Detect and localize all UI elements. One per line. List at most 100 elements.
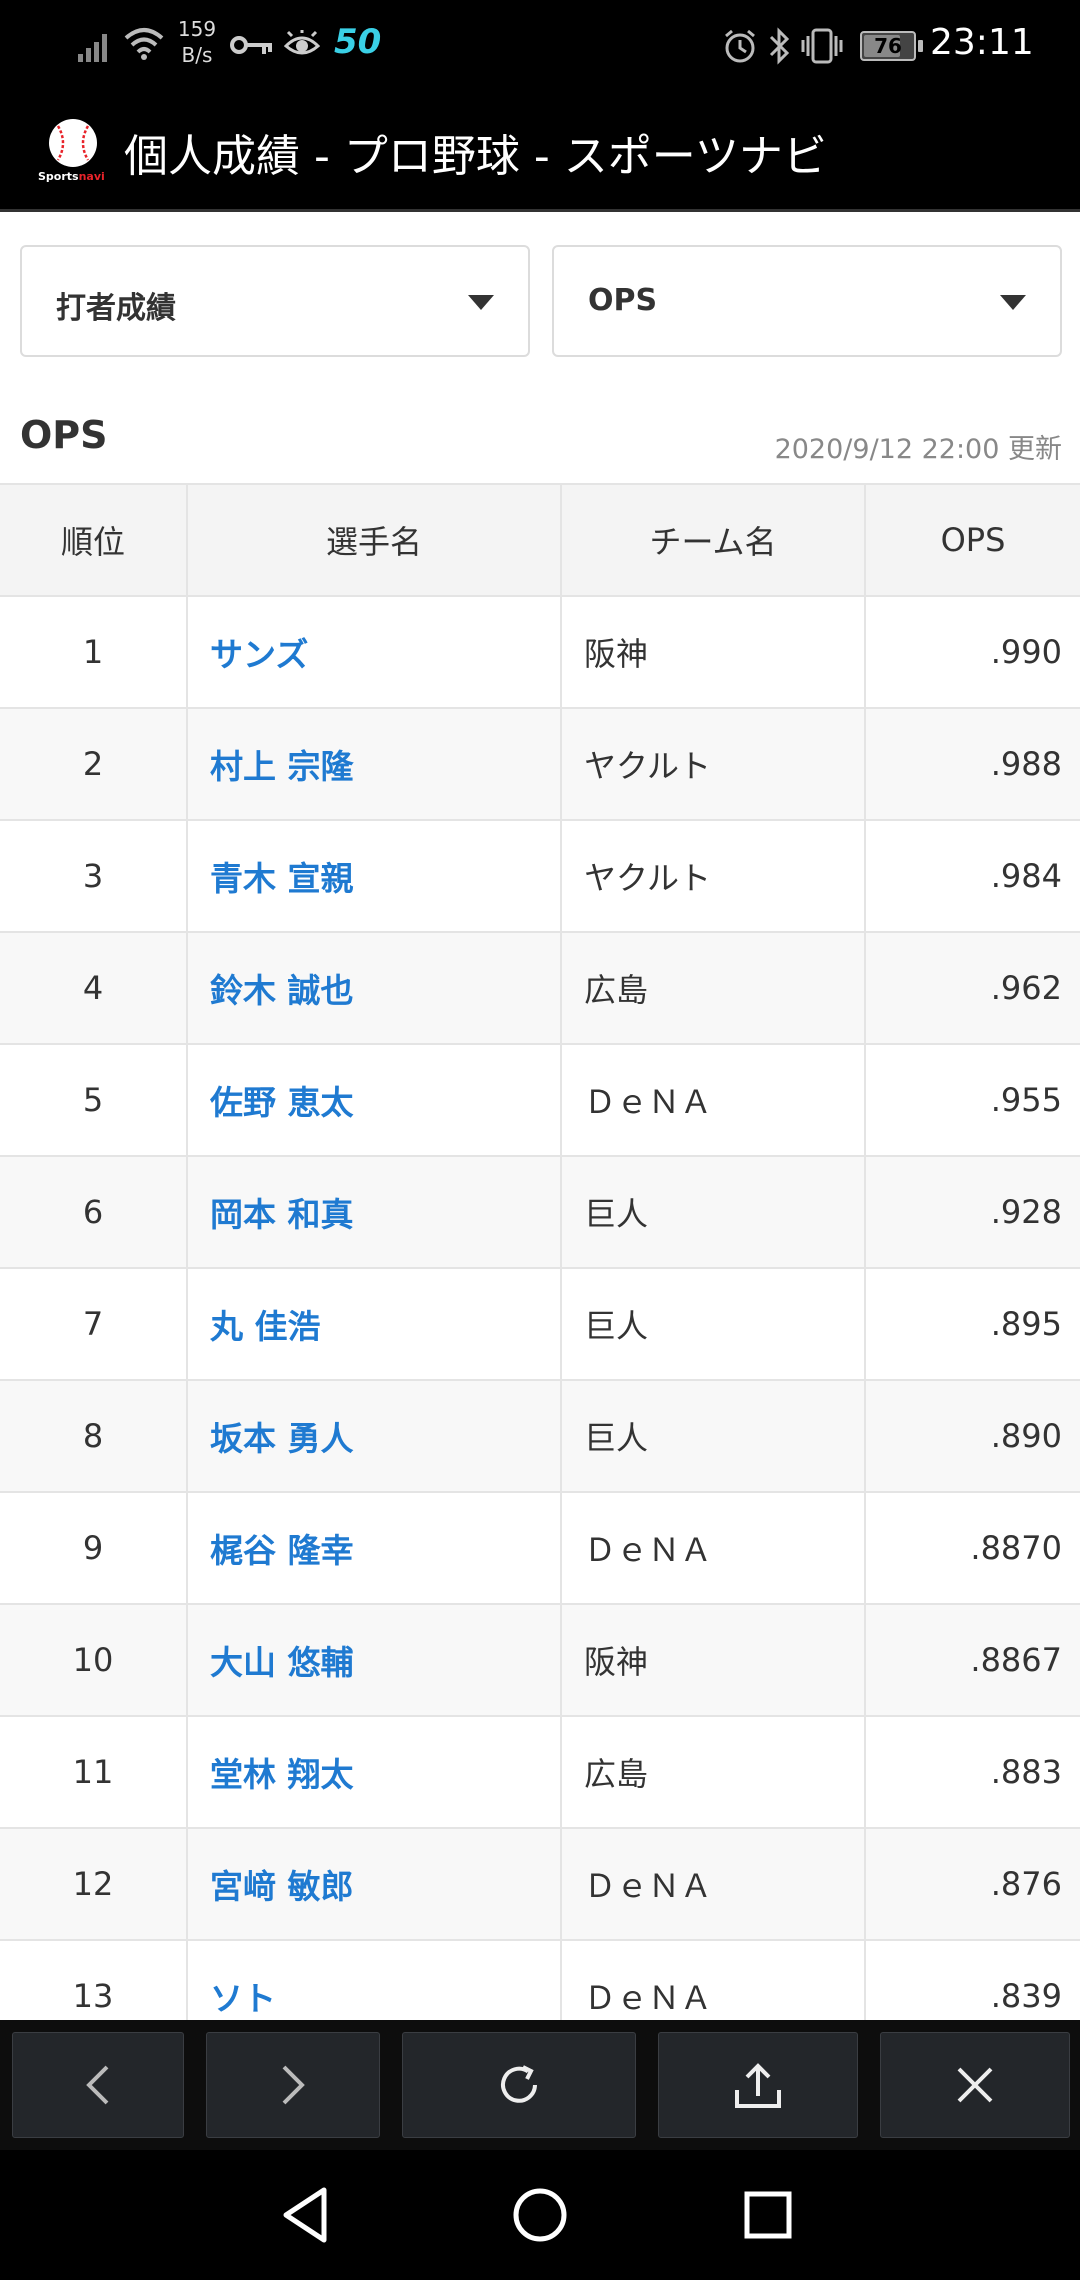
table-row: 1 サンズ 阪神 .990 bbox=[0, 595, 1080, 709]
player-link[interactable]: 青木 宣親 bbox=[186, 819, 562, 933]
table-row: 2 村上 宗隆 ヤクルト .988 bbox=[0, 707, 1080, 821]
table-row: 7 丸 佳浩 巨人 .895 bbox=[0, 1267, 1080, 1381]
player-link[interactable]: 坂本 勇人 bbox=[186, 1379, 562, 1493]
player-link[interactable]: 佐野 恵太 bbox=[186, 1043, 562, 1157]
bluetooth-icon bbox=[769, 27, 790, 65]
team-cell: 阪神 bbox=[560, 595, 866, 709]
team-cell: 広島 bbox=[560, 1715, 866, 1829]
player-link[interactable]: 村上 宗隆 bbox=[186, 707, 562, 821]
rank-cell: 13 bbox=[0, 1939, 188, 2020]
player-link[interactable]: 堂林 翔太 bbox=[186, 1715, 562, 1829]
header-ops: OPS bbox=[864, 483, 1080, 597]
rank-cell: 8 bbox=[0, 1379, 188, 1493]
table-row: 12 宮﨑 敏郎 ＤｅＮＡ .876 bbox=[0, 1827, 1080, 1941]
table-row: 3 青木 宣親 ヤクルト .984 bbox=[0, 819, 1080, 933]
player-link[interactable]: ソト bbox=[186, 1939, 562, 2020]
network-speed: 159 B/s bbox=[172, 16, 222, 68]
rank-cell: 11 bbox=[0, 1715, 188, 1829]
ops-cell: .990 bbox=[864, 595, 1080, 709]
alarm-icon bbox=[725, 29, 755, 63]
player-link[interactable]: 梶谷 隆幸 bbox=[186, 1491, 562, 1605]
rank-cell: 5 bbox=[0, 1043, 188, 1157]
rank-cell: 1 bbox=[0, 595, 188, 709]
forward-button[interactable] bbox=[206, 2032, 380, 2138]
rank-cell: 2 bbox=[0, 707, 188, 821]
updated-timestamp: 2020/9/12 22:00 更新 bbox=[774, 434, 1062, 465]
table-row: 13 ソト ＤｅＮＡ .839 bbox=[0, 1939, 1080, 2020]
chevron-down-icon bbox=[1000, 295, 1026, 310]
ops-cell: .8870 bbox=[864, 1491, 1080, 1605]
rank-cell: 10 bbox=[0, 1603, 188, 1717]
network-speed-unit: B/s bbox=[181, 43, 213, 67]
player-link[interactable]: 丸 佳浩 bbox=[186, 1267, 562, 1381]
rank-cell: 9 bbox=[0, 1491, 188, 1605]
stat-select-value: OPS bbox=[588, 283, 658, 318]
team-cell: ＤｅＮＡ bbox=[560, 1827, 866, 1941]
rank-cell: 3 bbox=[0, 819, 188, 933]
rank-cell: 4 bbox=[0, 931, 188, 1045]
share-icon bbox=[735, 2063, 781, 2108]
back-button[interactable] bbox=[12, 2032, 184, 2138]
ops-cell: .895 bbox=[864, 1267, 1080, 1381]
ops-cell: .890 bbox=[864, 1379, 1080, 1493]
table-row: 6 岡本 和真 巨人 .928 bbox=[0, 1155, 1080, 1269]
team-cell: 巨人 bbox=[560, 1155, 866, 1269]
network-speed-value: 159 bbox=[177, 17, 217, 41]
rank-cell: 7 bbox=[0, 1267, 188, 1381]
page-title: 個人成績 - プロ野球 - スポーツナビ bbox=[124, 131, 827, 182]
category-select-value: 打者成績 bbox=[56, 291, 176, 326]
eye-icon bbox=[284, 30, 320, 55]
team-cell: 巨人 bbox=[560, 1267, 866, 1381]
ops-cell: .883 bbox=[864, 1715, 1080, 1829]
close-icon bbox=[957, 2067, 993, 2103]
chevron-right-icon bbox=[282, 2065, 305, 2105]
battery-tip bbox=[918, 40, 923, 52]
ops-cell: .988 bbox=[864, 707, 1080, 821]
player-link[interactable]: 宮﨑 敏郎 bbox=[186, 1827, 562, 1941]
sportsnavi-logo: Sportsnavi bbox=[38, 118, 105, 186]
share-button[interactable] bbox=[658, 2032, 858, 2138]
rank-cell: 12 bbox=[0, 1827, 188, 1941]
player-link[interactable]: 岡本 和真 bbox=[186, 1155, 562, 1269]
ops-cell: .839 bbox=[864, 1939, 1080, 2020]
team-cell: ＤｅＮＡ bbox=[560, 1939, 866, 2020]
player-link[interactable]: 鈴木 誠也 bbox=[186, 931, 562, 1045]
stat-select[interactable]: OPS bbox=[552, 245, 1062, 357]
team-cell: ＤｅＮＡ bbox=[560, 1043, 866, 1157]
table-header-row: 順位 選手名 チーム名 OPS bbox=[0, 483, 1080, 597]
team-cell: ヤクルト bbox=[560, 819, 866, 933]
player-link[interactable]: 大山 悠輔 bbox=[186, 1603, 562, 1717]
wifi-icon bbox=[124, 28, 164, 60]
table-row: 10 大山 悠輔 阪神 .8867 bbox=[0, 1603, 1080, 1717]
close-button[interactable] bbox=[880, 2032, 1070, 2138]
web-content[interactable]: 打者成績 OPS OPS 2020/9/12 22:00 更新 順位 選手名 チ… bbox=[0, 215, 1080, 2020]
nav-home-icon[interactable] bbox=[505, 2180, 575, 2250]
vibrate-icon bbox=[801, 28, 843, 64]
ops-cell: .928 bbox=[864, 1155, 1080, 1269]
app-title-bar: Sportsnavi 個人成績 - プロ野球 - スポーツナビ bbox=[0, 92, 1080, 212]
chevron-left-icon bbox=[86, 2065, 109, 2105]
key-icon bbox=[230, 36, 272, 54]
nav-back-icon[interactable] bbox=[272, 2180, 342, 2250]
team-cell: ヤクルト bbox=[560, 707, 866, 821]
category-select[interactable]: 打者成績 bbox=[20, 245, 530, 357]
reload-button[interactable] bbox=[402, 2032, 636, 2138]
ranking-table: 順位 選手名 チーム名 OPS 1 サンズ 阪神 .990 2 村上 宗隆 ヤク… bbox=[0, 483, 1080, 2020]
battery-icon: 76 bbox=[860, 31, 916, 61]
signal-icon bbox=[78, 34, 107, 62]
team-cell: ＤｅＮＡ bbox=[560, 1491, 866, 1605]
table-row: 11 堂林 翔太 広島 .883 bbox=[0, 1715, 1080, 1829]
ops-cell: .984 bbox=[864, 819, 1080, 933]
rank-cell: 6 bbox=[0, 1155, 188, 1269]
header-team: チーム名 bbox=[560, 483, 866, 597]
player-link[interactable]: サンズ bbox=[186, 595, 562, 709]
nav-recent-apps-icon[interactable] bbox=[733, 2180, 803, 2250]
status-bar: 159 B/s 50 76 23:11 bbox=[0, 0, 1080, 92]
notification-badge: 50 bbox=[334, 22, 382, 62]
header-player: 選手名 bbox=[186, 483, 562, 597]
section-title: OPS bbox=[20, 413, 108, 457]
header-rank: 順位 bbox=[0, 483, 188, 597]
team-cell: 阪神 bbox=[560, 1603, 866, 1717]
table-row: 4 鈴木 誠也 広島 .962 bbox=[0, 931, 1080, 1045]
battery-level: 76 bbox=[874, 34, 902, 58]
